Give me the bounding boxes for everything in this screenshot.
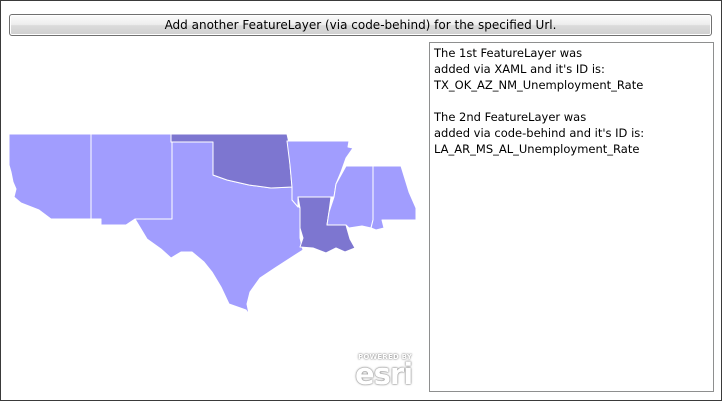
state-arizona[interactable] <box>9 133 92 220</box>
first-layer-id: TX_OK_AZ_NM_Unemployment_Rate <box>434 78 644 92</box>
esri-logo: POWERED BY esri <box>352 353 416 391</box>
first-layer-line1: The 1st FeatureLayer was <box>434 46 583 60</box>
second-layer-id: LA_AR_MS_AL_Unemployment_Rate <box>434 142 640 156</box>
first-layer-line2: added via XAML and it's ID is: <box>434 62 605 76</box>
info-panel: The 1st FeatureLayer was added via XAML … <box>429 42 714 392</box>
state-new-mexico[interactable] <box>90 133 173 226</box>
second-layer-line2: added via code-behind and it's ID is: <box>434 126 645 140</box>
map-canvas[interactable] <box>9 42 425 392</box>
second-layer-line1: The 2nd FeatureLayer was <box>434 110 587 124</box>
map-view[interactable] <box>9 42 425 392</box>
app-frame: Add another FeatureLayer (via code-behin… <box>0 0 722 401</box>
add-feature-layer-button[interactable]: Add another FeatureLayer (via code-behin… <box>9 14 712 36</box>
state-alabama[interactable] <box>370 165 417 231</box>
esri-wordmark: esri <box>355 357 413 391</box>
